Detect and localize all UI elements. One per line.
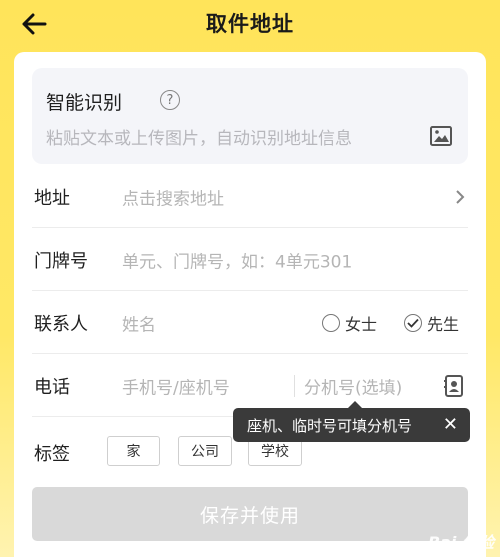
- radio-unchecked-icon: [322, 313, 340, 332]
- smart-recognition-hint: 粘贴文本或上传图片，自动识别地址信息: [46, 129, 352, 149]
- gender-option-female[interactable]: 女士: [322, 311, 377, 335]
- extension-tooltip: 座机、临时号可填分机号 ✕: [233, 401, 470, 442]
- address-form-card: 智能识别 ? 粘贴文本或上传图片，自动识别地址信息 地址 点击搜索地址 门牌号 …: [14, 52, 486, 557]
- image-upload-icon[interactable]: [430, 126, 452, 146]
- smart-recognition-title: 智能识别: [46, 92, 123, 114]
- phone-input[interactable]: 手机号/座机号: [122, 373, 230, 398]
- watermark: Bai 经验: [427, 533, 494, 552]
- gender-label-female: 女士: [345, 314, 378, 334]
- tooltip-text: 座机、临时号可填分机号: [247, 416, 413, 435]
- address-search-field[interactable]: 点击搜索地址: [122, 184, 224, 209]
- tag-company[interactable]: 公司: [178, 436, 232, 466]
- contact-label: 联系人: [34, 313, 88, 335]
- close-icon[interactable]: ✕: [443, 414, 458, 435]
- gender-label-male: 先生: [427, 314, 460, 334]
- contact-book-icon[interactable]: [444, 374, 464, 397]
- house-number-row: 门牌号 单元、门牌号，如：4单元301: [32, 229, 468, 291]
- address-label: 地址: [34, 187, 70, 209]
- save-and-use-button[interactable]: 保存并使用: [32, 487, 468, 541]
- contact-row: 联系人 姓名 女士 先生: [32, 292, 468, 354]
- phone-label: 电话: [34, 376, 70, 398]
- gender-option-male[interactable]: 先生: [404, 311, 459, 335]
- smart-recognition-box[interactable]: 智能识别 ? 粘贴文本或上传图片，自动识别地址信息: [32, 68, 468, 164]
- address-row[interactable]: 地址 点击搜索地址: [32, 166, 468, 228]
- chevron-right-icon: [456, 189, 465, 204]
- page-title: 取件地址: [206, 12, 294, 36]
- phone-divider: [294, 375, 295, 397]
- tag-home[interactable]: 家: [107, 436, 160, 466]
- header-bar: 取件地址: [0, 0, 500, 48]
- extension-input[interactable]: 分机号(选填): [304, 373, 402, 398]
- house-number-input[interactable]: 单元、门牌号，如：4单元301: [122, 247, 352, 272]
- house-number-label: 门牌号: [34, 250, 88, 272]
- radio-checked-icon: [404, 313, 422, 332]
- tags-label: 标签: [34, 444, 70, 465]
- help-icon[interactable]: ?: [160, 90, 180, 110]
- contact-name-input[interactable]: 姓名: [122, 310, 156, 335]
